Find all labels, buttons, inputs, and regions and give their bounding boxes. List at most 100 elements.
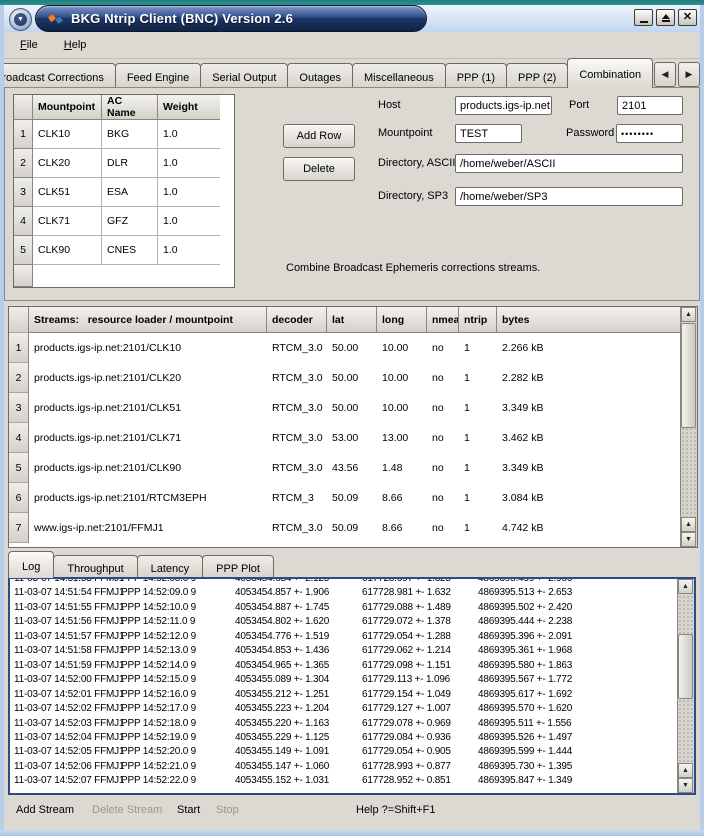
- table-row[interactable]: 3CLK51ESA1.0: [14, 178, 234, 207]
- row-header[interactable]: 2: [14, 149, 33, 178]
- stream-cell[interactable]: 1.48: [377, 453, 427, 483]
- log-tab-throughput[interactable]: Throughput: [53, 555, 137, 578]
- stream-row[interactable]: 3products.igs-ip.net:2101/CLK51RTCM_3.05…: [9, 393, 697, 423]
- window-menu-button[interactable]: ▼: [9, 8, 32, 31]
- stream-cell[interactable]: 1: [459, 393, 497, 423]
- table-cell[interactable]: CLK71: [33, 207, 102, 236]
- table-cell[interactable]: CNES: [102, 236, 158, 265]
- delete-button[interactable]: Delete: [283, 157, 355, 181]
- table-cell[interactable]: GFZ: [102, 207, 158, 236]
- stream-row[interactable]: 1products.igs-ip.net:2101/CLK10RTCM_3.05…: [9, 333, 697, 363]
- stream-cell[interactable]: 8.66: [377, 483, 427, 513]
- scroll-down-button[interactable]: ▼: [678, 778, 693, 793]
- add-stream-button[interactable]: Add Stream: [16, 804, 74, 816]
- stream-cell[interactable]: RTCM_3.0: [267, 423, 327, 453]
- row-header[interactable]: 6: [9, 483, 29, 513]
- stream-cell[interactable]: 3.349 kB: [497, 393, 697, 423]
- streams-scrollbar[interactable]: ▲ ▲ ▼: [680, 307, 697, 547]
- stream-cell[interactable]: no: [427, 453, 459, 483]
- stream-cell[interactable]: products.igs-ip.net:2101/CLK71: [29, 423, 267, 453]
- streams-header-bytes[interactable]: bytes: [497, 307, 697, 333]
- tab-miscellaneous[interactable]: Miscellaneous: [352, 63, 446, 88]
- row-header[interactable]: 1: [9, 333, 29, 363]
- scrollbar-thumb[interactable]: [678, 634, 693, 699]
- stream-cell[interactable]: 3.462 kB: [497, 423, 697, 453]
- table-cell[interactable]: CLK20: [33, 149, 102, 178]
- minimize-button[interactable]: [634, 9, 653, 26]
- table-cell[interactable]: ESA: [102, 178, 158, 207]
- table-cell[interactable]: 1.0: [158, 236, 220, 265]
- log-tab-ppp-plot[interactable]: PPP Plot: [202, 555, 274, 578]
- stream-cell[interactable]: products.igs-ip.net:2101/RTCM3EPH: [29, 483, 267, 513]
- table-cell[interactable]: 1.0: [158, 149, 220, 178]
- stream-cell[interactable]: RTCM_3: [267, 483, 327, 513]
- stream-cell[interactable]: no: [427, 393, 459, 423]
- log-scrollbar[interactable]: ▲ ▲ ▼: [677, 579, 694, 793]
- stream-cell[interactable]: products.igs-ip.net:2101/CLK51: [29, 393, 267, 423]
- column-header-weight[interactable]: Weight: [158, 95, 220, 120]
- table-cell[interactable]: DLR: [102, 149, 158, 178]
- stream-cell[interactable]: 50.00: [327, 363, 377, 393]
- tab-broadcast-corrections[interactable]: Broadcast Corrections: [4, 63, 116, 88]
- stream-cell[interactable]: 3.349 kB: [497, 453, 697, 483]
- menu-file[interactable]: File: [10, 36, 48, 54]
- tab-scroll-left-button[interactable]: ◀: [654, 62, 676, 87]
- stream-row[interactable]: 4products.igs-ip.net:2101/CLK71RTCM_3.05…: [9, 423, 697, 453]
- stream-cell[interactable]: 1: [459, 363, 497, 393]
- port-input[interactable]: 2101: [617, 96, 683, 115]
- stream-cell[interactable]: RTCM_3.0: [267, 453, 327, 483]
- scroll-up-button-2[interactable]: ▲: [681, 517, 696, 532]
- host-input[interactable]: products.igs-ip.net: [455, 96, 552, 115]
- table-cell[interactable]: CLK10: [33, 120, 102, 149]
- stream-cell[interactable]: 10.00: [377, 333, 427, 363]
- stream-cell[interactable]: 50.00: [327, 393, 377, 423]
- tab-combination[interactable]: Combination: [567, 58, 653, 88]
- table-cell[interactable]: CLK90: [33, 236, 102, 265]
- stream-cell[interactable]: no: [427, 423, 459, 453]
- stream-cell[interactable]: 50.09: [327, 513, 377, 543]
- stream-cell[interactable]: products.igs-ip.net:2101/CLK20: [29, 363, 267, 393]
- stream-cell[interactable]: 8.66: [377, 513, 427, 543]
- stream-cell[interactable]: www.igs-ip.net:2101/FFMJ1: [29, 513, 267, 543]
- table-cell[interactable]: CLK51: [33, 178, 102, 207]
- stream-cell[interactable]: 53.00: [327, 423, 377, 453]
- streams-header-lat[interactable]: lat: [327, 307, 377, 333]
- stream-cell[interactable]: RTCM_3.0: [267, 333, 327, 363]
- row-header[interactable]: 5: [9, 453, 29, 483]
- maximize-button[interactable]: [656, 9, 675, 26]
- menu-help[interactable]: Help: [54, 36, 97, 54]
- stream-cell[interactable]: 50.09: [327, 483, 377, 513]
- row-header[interactable]: 3: [9, 393, 29, 423]
- scroll-up-button[interactable]: ▲: [681, 307, 696, 322]
- stream-cell[interactable]: 13.00: [377, 423, 427, 453]
- row-header[interactable]: 7: [9, 513, 29, 543]
- table-cell[interactable]: 1.0: [158, 207, 220, 236]
- stream-cell[interactable]: 3.084 kB: [497, 483, 697, 513]
- table-cell[interactable]: 1.0: [158, 120, 220, 149]
- stream-cell[interactable]: RTCM_3.0: [267, 513, 327, 543]
- stream-cell[interactable]: 1: [459, 513, 497, 543]
- stream-cell[interactable]: 10.00: [377, 363, 427, 393]
- streams-table[interactable]: Streams: resource loader / mountpointdec…: [8, 306, 698, 548]
- scroll-down-button[interactable]: ▼: [681, 532, 696, 547]
- table-row[interactable]: 5CLK90CNES1.0: [14, 236, 234, 265]
- streams-header-decoder[interactable]: decoder: [267, 307, 327, 333]
- streams-header-streams[interactable]: Streams: resource loader / mountpoint: [29, 307, 267, 333]
- stream-row[interactable]: 5products.igs-ip.net:2101/CLK90RTCM_3.04…: [9, 453, 697, 483]
- combination-table[interactable]: MountpointAC NameWeight1CLK10BKG1.02CLK2…: [13, 94, 235, 288]
- stream-row[interactable]: 2products.igs-ip.net:2101/CLK20RTCM_3.05…: [9, 363, 697, 393]
- dir-sp3-input[interactable]: /home/weber/SP3: [455, 187, 683, 206]
- stream-cell[interactable]: 1: [459, 423, 497, 453]
- log-tab-latency[interactable]: Latency: [137, 555, 204, 578]
- table-cell[interactable]: BKG: [102, 120, 158, 149]
- table-row[interactable]: 1CLK10BKG1.0: [14, 120, 234, 149]
- row-header[interactable]: 2: [9, 363, 29, 393]
- stream-cell[interactable]: no: [427, 513, 459, 543]
- stream-cell[interactable]: 50.00: [327, 333, 377, 363]
- mountpoint-input[interactable]: TEST: [455, 124, 522, 143]
- stream-cell[interactable]: products.igs-ip.net:2101/CLK90: [29, 453, 267, 483]
- stream-cell[interactable]: RTCM_3.0: [267, 363, 327, 393]
- dir-ascii-input[interactable]: /home/weber/ASCII: [455, 154, 683, 173]
- stream-cell[interactable]: products.igs-ip.net:2101/CLK10: [29, 333, 267, 363]
- stream-cell[interactable]: 1: [459, 483, 497, 513]
